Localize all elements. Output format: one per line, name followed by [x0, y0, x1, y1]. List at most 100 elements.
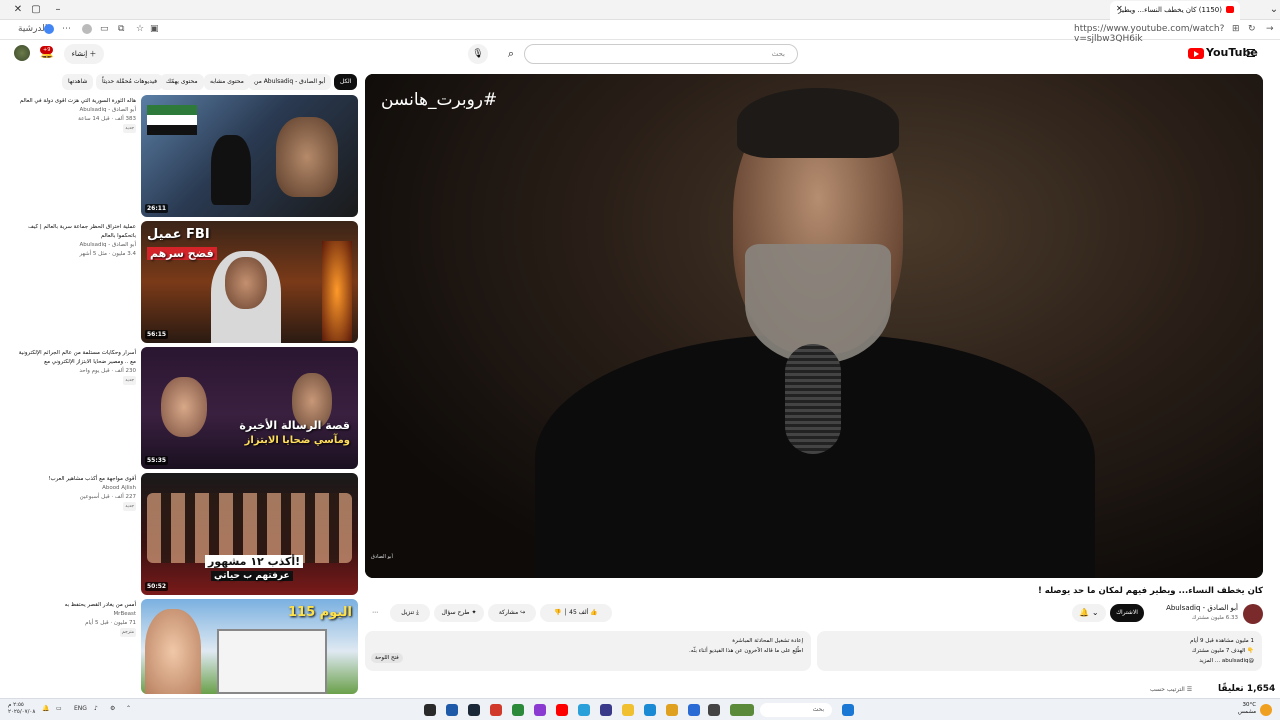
youtube-favicon-icon — [1226, 6, 1234, 13]
thumbnail-text: عميل FBI — [147, 227, 210, 242]
recommendation-channel[interactable]: MrBeast — [18, 610, 136, 619]
app-icon[interactable] — [666, 704, 678, 716]
recommendation-title[interactable]: عملية اختراق الحظر جماعة سرية بالعالم | … — [18, 223, 136, 241]
like-icon[interactable]: 👍 — [590, 609, 597, 616]
recommendation-channel[interactable]: أبو الصادق - Abulsadiq — [18, 106, 136, 115]
recommendation-item[interactable]: عميل FBI فضح سرهم 56:15 عملية اختراق الح… — [18, 221, 358, 343]
recommendation-title[interactable]: أقوى مواجهة مع أكذب مشاهير العرب! — [18, 475, 136, 484]
chrome-icon[interactable] — [512, 704, 524, 716]
menu-dots-icon[interactable]: ⋯ — [62, 24, 71, 34]
task-view-icon[interactable] — [708, 704, 720, 716]
video-thumbnail[interactable]: اليوم 115 — [141, 599, 358, 694]
notification-settings-button[interactable]: 🔔 ⌄ — [1072, 604, 1106, 622]
widgets-icon[interactable] — [730, 704, 754, 716]
recommendation-channel[interactable]: Abood Ajlish — [18, 484, 136, 493]
chip-similar[interactable]: محتوى مشابه — [204, 74, 250, 90]
channel-avatar[interactable] — [1243, 604, 1263, 624]
video-duration: 50:52 — [145, 582, 169, 591]
app-icon[interactable] — [534, 704, 546, 716]
account-avatar[interactable] — [14, 45, 30, 61]
app-icon[interactable] — [490, 704, 502, 716]
refresh-icon[interactable]: ↻ — [1248, 24, 1256, 34]
extensions-icon[interactable]: ⧉ — [118, 24, 124, 34]
chip-all[interactable]: الكل — [334, 74, 358, 90]
settings-icon[interactable]: ⚙ — [110, 705, 115, 712]
sort-comments-button[interactable]: الترتيب حسب ☰ — [1150, 686, 1192, 693]
recommendation-title[interactable]: أمس من يغادر القصر يحتفظ به — [18, 601, 136, 610]
collections-icon[interactable]: ▣ — [150, 24, 159, 34]
view-stats: 1 مليون مشاهدة قبل 9 أيام — [1190, 638, 1254, 644]
bell-icon: 🔔 ⌄ — [1079, 608, 1099, 617]
split-screen-icon[interactable]: ▭ — [100, 24, 109, 34]
video-thumbnail[interactable]: عميل FBI فضح سرهم 56:15 — [141, 221, 358, 343]
chip-for-you[interactable]: محتوى يهمّك — [160, 74, 204, 90]
steam-icon[interactable] — [468, 704, 480, 716]
recommendation-title[interactable]: هاله الثورة السورية التي هزت اقوى دولة ف… — [18, 97, 136, 106]
recommendation-item[interactable]: أكذب ١٢ مشهور! عرفتهم ب حياتي 50:52 أقوى… — [18, 473, 358, 595]
youtube-icon[interactable] — [556, 704, 568, 716]
notification-icon[interactable]: 🔔 — [42, 705, 49, 712]
video-duration: 55:35 — [145, 456, 169, 465]
app-icon[interactable] — [600, 704, 612, 716]
recommendation-title[interactable]: أسرار وحكايات مستلمة من عالم الجرائم الإ… — [18, 349, 136, 367]
more-actions-icon[interactable]: ⋯ — [366, 604, 384, 622]
windows-start-icon[interactable] — [842, 704, 854, 716]
video-thumbnail[interactable]: 26:11 — [141, 95, 358, 217]
taskbar-search[interactable]: بحث — [760, 703, 832, 717]
volume-icon[interactable]: ♪ — [94, 705, 98, 712]
notification-badge: +9 — [40, 46, 54, 54]
search-input[interactable]: بحث — [524, 44, 798, 64]
tab-title: (1150) كان يخطف النساء... ويطير — [1118, 6, 1222, 14]
profile-label[interactable]: الدرشية — [18, 24, 47, 34]
recommendation-meta: 3.4 مليون · مثل 5 أشهر — [79, 251, 136, 257]
recommendation-item[interactable]: 26:11 هاله الثورة السورية التي هزت اقوى … — [18, 95, 358, 217]
video-thumbnail[interactable]: قصة الرسالة الأخيرة ومآسي ضحايا الابتزاز… — [141, 347, 358, 469]
like-dislike-button[interactable]: 👎 │ 45 ألف 👍 — [540, 604, 612, 622]
video-description[interactable]: 1 مليون مشاهدة قبل 9 أيام 👇 الهدف 7 مليو… — [817, 631, 1262, 671]
tab-menu-icon[interactable]: ⌄ — [1266, 3, 1280, 17]
taskbar-clock[interactable]: ٢:٥٥ م ٢٠٢٥/٠٧/٠٨ — [8, 702, 35, 716]
search-icon[interactable]: ⌕ — [498, 44, 524, 64]
close-tab-icon[interactable]: ✕ — [1116, 4, 1123, 13]
language-indicator[interactable]: ENG — [74, 705, 87, 712]
guide-menu-icon[interactable]: ☰ — [1246, 47, 1256, 60]
video-player[interactable]: #روبرت_هانسن أبو الصادق — [365, 74, 1263, 578]
maximize-window-icon[interactable]: ▢ — [28, 3, 44, 17]
recommendation-item[interactable]: اليوم 115 أمس من يغادر القصر يحتفظ به Mr… — [18, 599, 358, 694]
channel-name[interactable]: أبو الصادق - Abulsadiq — [1166, 604, 1238, 612]
network-icon[interactable]: ▭ — [56, 705, 62, 712]
share-button[interactable]: مشاركة ↪ — [488, 604, 536, 622]
video-thumbnail[interactable]: أكذب ١٢ مشهور! عرفتهم ب حياتي 50:52 — [141, 473, 358, 595]
browser-profile-icon[interactable] — [44, 24, 54, 34]
create-button[interactable]: إنشاء ＋ — [64, 44, 104, 64]
telegram-icon[interactable] — [578, 704, 590, 716]
close-window-icon[interactable]: ✕ — [10, 3, 26, 17]
minimize-window-icon[interactable]: – — [50, 3, 66, 17]
ask-button[interactable]: طرح سؤال ✦ — [434, 604, 484, 622]
chip-from-channel[interactable]: من Abulsadiq - أبو الصادق — [248, 74, 332, 90]
description-more[interactable]: @abulsadiq ... المزيد — [825, 656, 1254, 666]
chip-recently-uploaded[interactable]: فيديوهات مُحمَّلة حديثاً — [96, 74, 163, 90]
download-button[interactable]: تنزيل ⤓ — [390, 604, 430, 622]
microphone-icon[interactable]: 🎙 — [468, 44, 488, 64]
recommendation-channel[interactable]: أبو الصادق - Abulsadiq — [18, 241, 136, 250]
read-aloud-icon[interactable]: ⊞ — [1232, 24, 1240, 34]
recommendation-item[interactable]: قصة الرسالة الأخيرة ومآسي ضحايا الابتزاز… — [18, 347, 358, 469]
translated-badge: مترجم — [119, 628, 136, 637]
dislike-icon[interactable]: 👎 — [554, 609, 561, 616]
weather-widget[interactable]: 30°C مشمس — [1238, 702, 1256, 716]
file-explorer-icon[interactable] — [622, 704, 634, 716]
browser-tab-youtube[interactable]: ✕ (1150) كان يخطف النساء... ويطير — [1110, 1, 1240, 20]
new-badge: جديد — [123, 502, 136, 511]
app-icon[interactable] — [424, 704, 436, 716]
back-arrow-icon[interactable]: → — [1266, 24, 1274, 34]
chip-watched[interactable]: شاهدتها — [62, 74, 94, 90]
app-icon[interactable] — [688, 704, 700, 716]
subscribe-button[interactable]: الاشتراك — [1110, 604, 1144, 622]
open-chat-button[interactable]: فتح اللوحة — [371, 653, 403, 663]
word-icon[interactable] — [446, 704, 458, 716]
show-hidden-icons-icon[interactable]: ⌃ — [126, 705, 131, 712]
favorite-star-icon[interactable]: ☆ — [136, 24, 144, 34]
account-icon[interactable] — [82, 24, 92, 34]
edge-icon[interactable] — [644, 704, 656, 716]
